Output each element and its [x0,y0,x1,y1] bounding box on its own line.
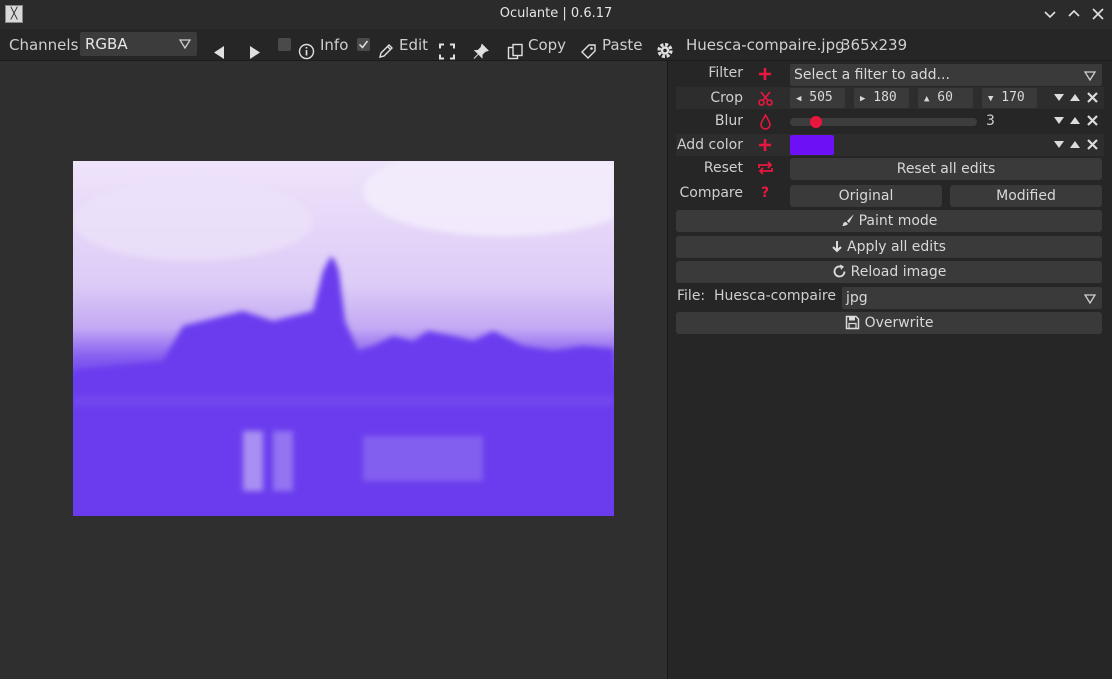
apply-all-edits-button[interactable]: Apply all edits [676,236,1102,258]
droplet-icon [760,114,771,130]
edit-panel: Filter Select a filter to add... Crop ◀ … [668,61,1112,679]
maximize-icon[interactable] [1064,4,1084,24]
paint-mode-label: Paint mode [858,213,938,229]
remove-icon[interactable] [1087,115,1098,126]
paste-button[interactable]: Paste [602,29,643,60]
image-viewer[interactable] [0,61,667,679]
reload-image-button[interactable]: Reload image [676,261,1102,283]
copy-button[interactable]: Copy [528,29,566,60]
blur-value: 3 [986,113,995,129]
reload-image-label: Reload image [850,264,947,280]
channel-select-value: RGBA [85,35,128,53]
save-icon [845,315,859,330]
move-up-icon[interactable] [1070,93,1080,101]
close-icon[interactable] [1088,4,1108,24]
color-swatch[interactable] [790,135,834,155]
crop-bottom-stepper[interactable]: ▼ 170 [982,88,1037,108]
chevron-down-icon [179,39,191,50]
filter-label: Filter [708,65,743,81]
info-checkbox[interactable] [278,29,291,60]
add-color-label: Add color [676,137,743,153]
overwrite-label: Overwrite [864,315,934,331]
file-label: File: [677,288,706,304]
move-down-icon[interactable] [1054,141,1064,149]
remove-icon[interactable] [1087,139,1098,150]
title-bar: ╳ Oculante | 0.6.17 [0,0,1112,30]
repeat-icon [758,161,773,175]
move-up-icon[interactable] [1070,116,1080,124]
edit-toggle[interactable]: Edit [399,29,428,60]
toolbar: Channels RGBA Info Edit Copy Paste Huesc… [0,29,1112,61]
compare-label: Compare [679,185,743,201]
apply-all-edits-label: Apply all edits [847,239,946,255]
window-title: Oculante | 0.6.17 [499,6,613,21]
crop-left-stepper[interactable]: ◀ 505 [790,88,845,108]
move-down-icon[interactable] [1054,94,1064,102]
info-toggle[interactable]: Info [320,29,348,60]
reload-icon [833,264,846,278]
filter-select[interactable]: Select a filter to add... [790,64,1102,86]
edited-image [73,161,614,516]
compare-modified-button[interactable]: Modified [950,185,1102,207]
filter-select-placeholder: Select a filter to add... [794,67,950,83]
arrow-down-icon [832,241,842,253]
add-icon [759,139,771,151]
crop-right-stepper[interactable]: ▶ 180 [854,88,909,108]
channels-label: Channels [9,35,79,54]
minimize-icon[interactable] [1040,4,1060,24]
channel-select[interactable]: RGBA [80,32,197,56]
reset-label: Reset [703,160,743,176]
file-format-select[interactable]: jpg [842,287,1102,309]
move-down-icon[interactable] [1054,117,1064,125]
blur-slider-handle[interactable] [810,116,823,128]
reset-all-edits-button[interactable]: Reset all edits [790,158,1102,180]
compare-original-button[interactable]: Original [790,185,942,207]
chevron-down-icon [1084,71,1096,82]
scissors-icon [758,91,773,106]
blur-slider[interactable] [790,116,977,128]
help-icon[interactable]: ? [761,185,769,201]
image-dimensions: 365x239 [841,35,908,54]
move-up-icon[interactable] [1070,140,1080,148]
crop-top-stepper[interactable]: ▲ 60 [918,88,973,108]
blur-label: Blur [714,113,743,129]
edit-checkbox[interactable] [357,29,370,60]
brush-icon [841,214,854,226]
paint-mode-button[interactable]: Paint mode [676,210,1102,232]
file-name: Huesca-compaire.jpg [686,35,845,54]
add-filter-icon[interactable] [758,67,772,81]
chevron-down-icon [1084,294,1096,305]
file-format-value: jpg [846,290,868,306]
remove-icon[interactable] [1087,92,1098,103]
overwrite-button[interactable]: Overwrite [676,312,1102,334]
crop-label: Crop [710,90,743,106]
file-name-field[interactable]: Huesca-compaire [714,288,836,304]
